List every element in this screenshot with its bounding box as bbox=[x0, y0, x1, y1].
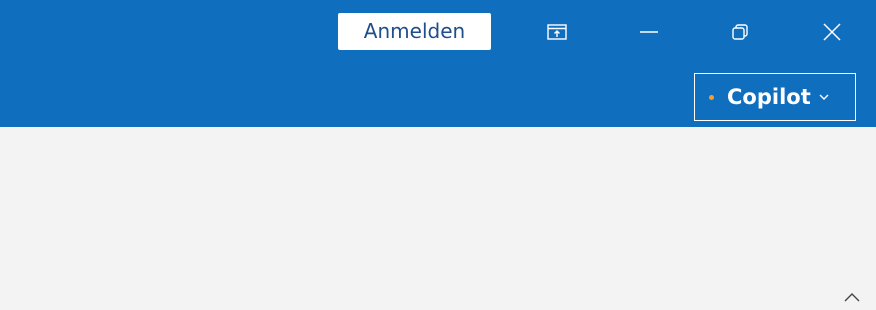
close-button[interactable] bbox=[797, 8, 867, 56]
restore-button[interactable] bbox=[705, 8, 775, 56]
ribbon-display-options-button[interactable] bbox=[522, 8, 592, 56]
minimize-button[interactable] bbox=[614, 8, 684, 56]
sign-in-button[interactable]: Anmelden bbox=[338, 13, 491, 50]
minimize-icon bbox=[640, 31, 658, 33]
restore-icon bbox=[732, 24, 748, 40]
app-window: Anmelden Copilot bbox=[0, 0, 876, 310]
copilot-indicator-dot bbox=[709, 94, 714, 100]
collapse-ribbon-button[interactable] bbox=[840, 288, 864, 306]
copilot-label: Copilot bbox=[727, 85, 811, 109]
copilot-button[interactable]: Copilot bbox=[694, 73, 856, 121]
chevron-down-icon bbox=[819, 94, 829, 100]
ribbon-display-options-icon bbox=[547, 24, 567, 40]
close-icon bbox=[823, 23, 841, 41]
chevron-up-icon bbox=[844, 293, 860, 302]
title-bar: Anmelden Copilot bbox=[0, 0, 876, 127]
